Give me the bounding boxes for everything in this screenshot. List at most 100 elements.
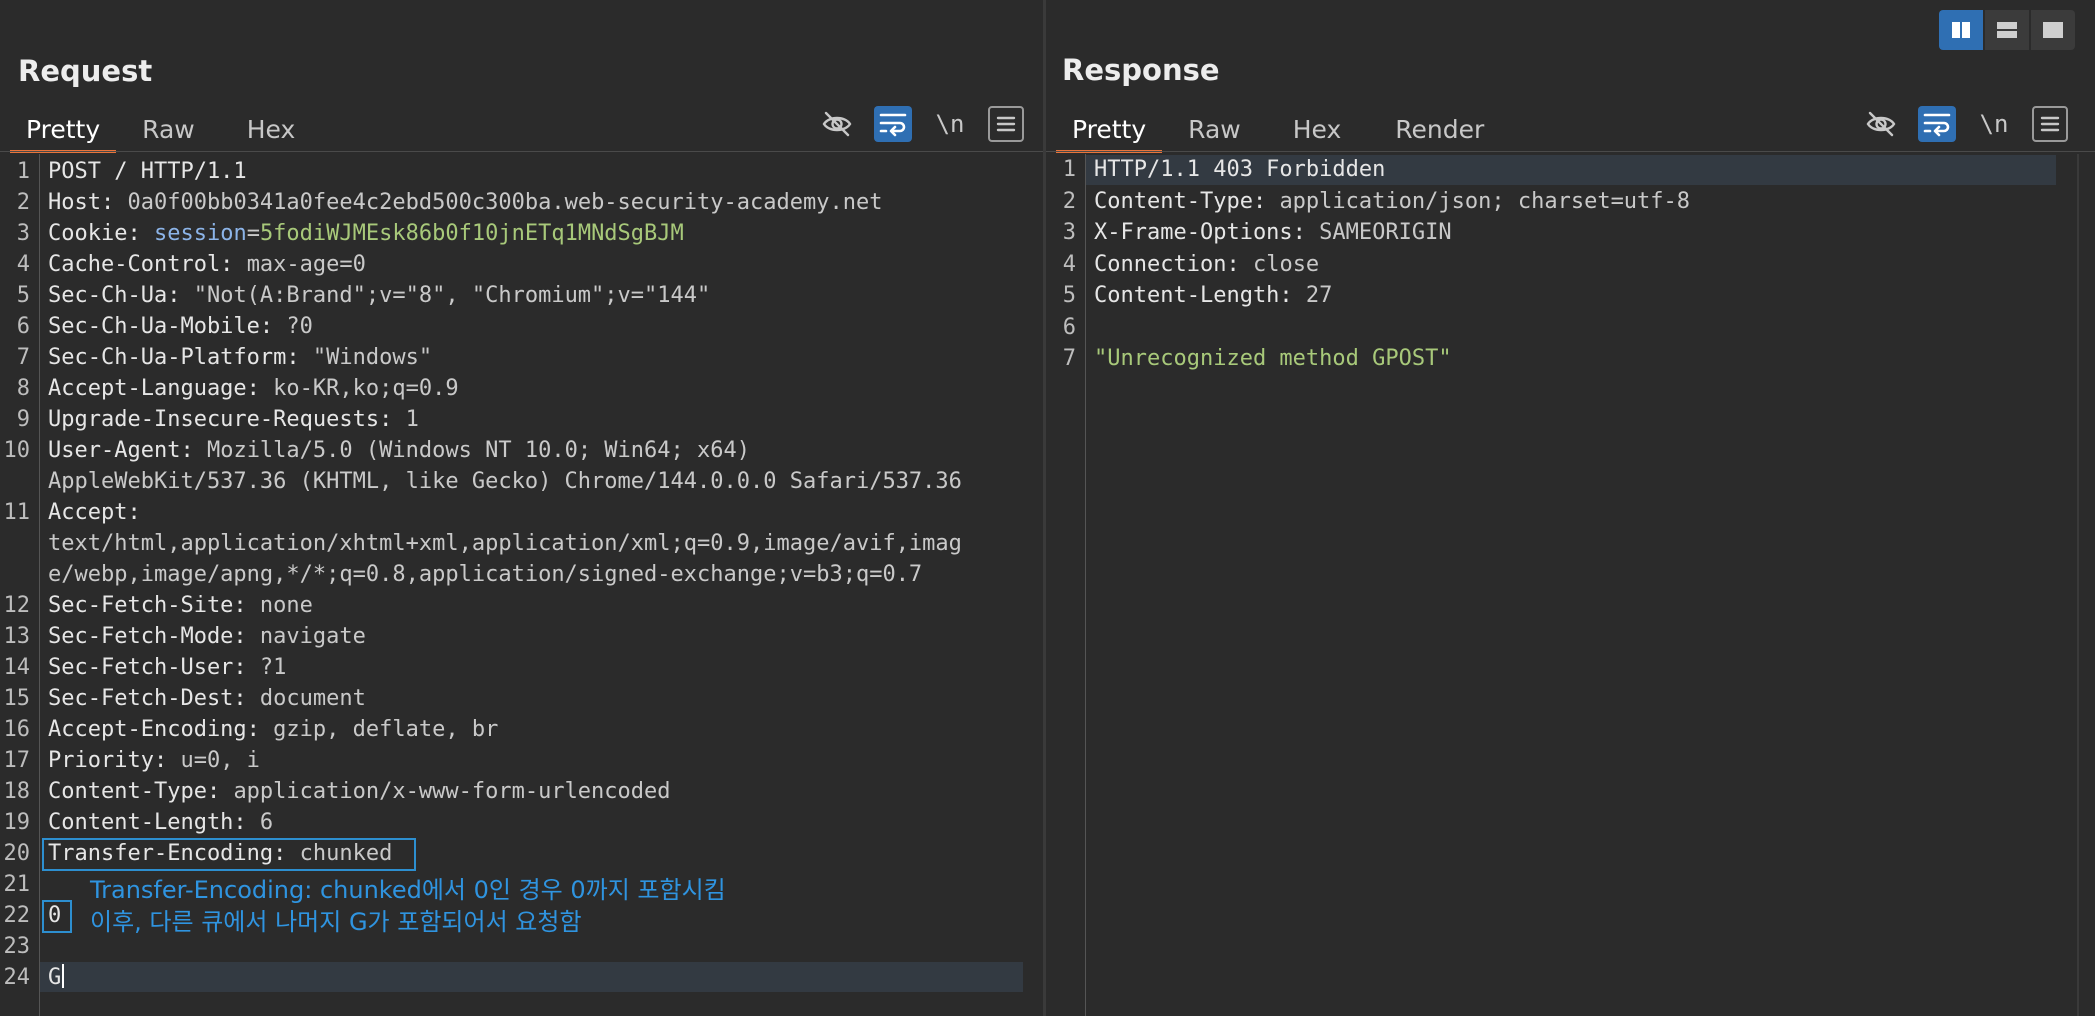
line-number: 2 [16, 190, 30, 215]
menu-icon[interactable] [988, 106, 1024, 142]
code-line: 4 Connection: close [1046, 249, 2066, 280]
line-content: POST / HTTP/1.1 [48, 156, 247, 187]
header-name: Connection: [1094, 251, 1253, 277]
header-name: Sec-Fetch-Site: [48, 593, 260, 618]
line-number: 23 [3, 934, 31, 959]
line-content: Accept-Encoding: gzip, deflate, br [48, 714, 498, 745]
line-content: Sec-Fetch-Dest: document [48, 683, 366, 714]
cookie-equals: = [246, 221, 260, 246]
response-pane: Response Pretty Raw Hex Render \n 1 HTTP… [1046, 0, 2095, 1016]
tab-raw[interactable]: Raw [126, 110, 211, 150]
code-line: 5 Content-Length: 27 [1046, 280, 2066, 311]
request-tabs: Pretty Raw Hex [10, 110, 312, 153]
header-value: text/html,application/xhtml+xml,applicat… [48, 531, 962, 556]
line-number: 8 [16, 376, 30, 401]
header-name: Accept: [48, 500, 154, 525]
header-value: ?1 [259, 655, 287, 680]
code-line: 2 Content-Type: application/json; charset… [1046, 186, 2066, 217]
response-editor[interactable]: 1 HTTP/1.1 403 Forbidden 2 Content-Type: ap… [1046, 154, 2095, 1016]
tab-hex[interactable]: Hex [1277, 110, 1358, 150]
line-content: Cache-Control: max-age=0 [48, 249, 366, 280]
header-name: Cookie: [48, 221, 154, 246]
code-line: 17 Priority: u=0, i [0, 745, 1030, 776]
split-horizontal-icon[interactable] [1939, 10, 1983, 50]
line-number: 13 [3, 624, 31, 649]
header-name: Sec-Ch-Ua: [48, 283, 194, 308]
code-line: 1 HTTP/1.1 403 Forbidden [1046, 154, 2066, 185]
single-pane-icon[interactable] [2031, 10, 2075, 50]
header-name: Sec-Ch-Ua-Mobile: [48, 314, 287, 339]
header-name: Accept-Encoding: [48, 717, 274, 742]
line-content: Sec-Ch-Ua: "Not(A:Brand";v="8", "Chromiu… [48, 280, 710, 311]
layout-controls [1937, 10, 2075, 50]
tab-render[interactable]: Render [1379, 110, 1500, 150]
eye-off-icon[interactable] [818, 106, 856, 142]
header-value: close [1252, 251, 1320, 277]
code-line: text/html,application/xhtml+xml,applicat… [0, 528, 1030, 559]
line-number: 1 [1062, 157, 1076, 182]
header-name: Upgrade-Insecure-Requests: [48, 407, 406, 432]
tab-pretty[interactable]: Pretty [10, 110, 117, 153]
response-toolbar: \n [1862, 104, 2068, 144]
header-name: Priority: [48, 748, 181, 773]
newline-toggle[interactable]: \n [930, 106, 970, 142]
header-name: POST / HTTP/1.1 [48, 159, 247, 184]
line-content: Host: 0a0f00bb0341a0fee4c2ebd500c300ba.w… [48, 187, 882, 218]
response-title: Response [1062, 53, 1220, 87]
line-content: User-Agent: Mozilla/5.0 (Windows NT 10.0… [48, 435, 750, 466]
line-number: 19 [3, 810, 31, 835]
line-content: "Unrecognized method GPOST" [1094, 343, 1452, 374]
cookie-name: session [153, 221, 247, 246]
code-line: 3 X-Frame-Options: SAMEORIGIN [1046, 217, 2066, 248]
request-toolbar: \n [818, 104, 1024, 144]
tab-pretty[interactable]: Pretty [1056, 110, 1163, 153]
header-value: application/json; charset=utf-8 [1279, 188, 1691, 214]
code-line: 18 Content-Type: application/x-www-form-u… [0, 776, 1030, 807]
header-name: HTTP/1.1 403 Forbidden [1094, 157, 1386, 182]
line-number: 12 [3, 593, 31, 618]
line-number: 20 [3, 841, 31, 866]
code-line: 1 POST / HTTP/1.1 [0, 156, 1030, 187]
split-vertical-icon[interactable] [1985, 10, 2029, 50]
code-line: 6 [1046, 312, 2066, 343]
header-name: Cache-Control: [48, 252, 247, 277]
header-name: Sec-Ch-Ua-Platform: [48, 345, 313, 370]
header-value: "Not(A:Brand";v="8", "Chromium";v="144" [193, 283, 711, 308]
line-content: G [48, 962, 65, 993]
annotation-note: Transfer-Encoding: chunked에서 0인 경우 0까지 포… [90, 874, 726, 938]
tab-hex[interactable]: Hex [231, 110, 312, 150]
header-value: "Windows" [312, 345, 433, 370]
line-content: Content-Type: application/json; charset=… [1094, 186, 1690, 217]
code-line: 12 Sec-Fetch-Site: none [0, 590, 1030, 621]
header-value: ?0 [286, 314, 313, 339]
line-content: HTTP/1.1 403 Forbidden [1094, 154, 1385, 185]
header-name: Content-Type: [48, 779, 234, 804]
header-value: SAMEORIGIN [1319, 220, 1452, 245]
code-line: 7 "Unrecognized method GPOST" [1046, 343, 2066, 374]
newline-toggle[interactable]: \n [1974, 106, 2014, 142]
line-number: 18 [3, 779, 31, 804]
request-pane: Request Pretty Raw Hex \n 1 POST / HTTP/… [0, 0, 1043, 1016]
annotation-line-2: 이후, 다른 큐에서 나머지 G가 포함되어서 요청함 [90, 908, 582, 936]
header-value: 27 [1305, 283, 1333, 308]
tab-raw[interactable]: Raw [1172, 110, 1257, 150]
code-line: 9 Upgrade-Insecure-Requests: 1 [0, 404, 1030, 435]
header-value: max-age=0 [246, 252, 366, 277]
code-line: 6 Sec-Ch-Ua-Mobile: ?0 [0, 311, 1030, 342]
request-editor[interactable]: 1 POST / HTTP/1.1 2 Host: 0a0f00bb0341a0fee… [0, 154, 1043, 1016]
wrap-lines-icon[interactable] [874, 106, 912, 142]
code-line: 14 Sec-Fetch-User: ?1 [0, 652, 1030, 683]
line-number: 11 [3, 500, 31, 525]
line-content: Accept-Language: ko-KR,ko;q=0.9 [48, 373, 459, 404]
header-value: application/x-www-form-urlencoded [233, 779, 671, 804]
code-line: 2 Host: 0a0f00bb0341a0fee4c2ebd500c300ba.… [0, 187, 1030, 218]
code-line: e/webp,image/apng,*/*;q=0.8,application/… [0, 559, 1030, 590]
eye-off-icon[interactable] [1862, 106, 1900, 142]
annotation-line-1: Transfer-Encoding: chunked에서 0인 경우 0까지 포… [90, 876, 726, 904]
line-content: Sec-Ch-Ua-Platform: "Windows" [48, 342, 432, 373]
scrollbar-track[interactable] [2077, 154, 2079, 1016]
highlight-transfer-encoding [42, 838, 416, 871]
menu-icon[interactable] [2032, 106, 2068, 142]
wrap-lines-icon[interactable] [1918, 106, 1956, 142]
header-name: X-Frame-Options: [1094, 220, 1320, 245]
